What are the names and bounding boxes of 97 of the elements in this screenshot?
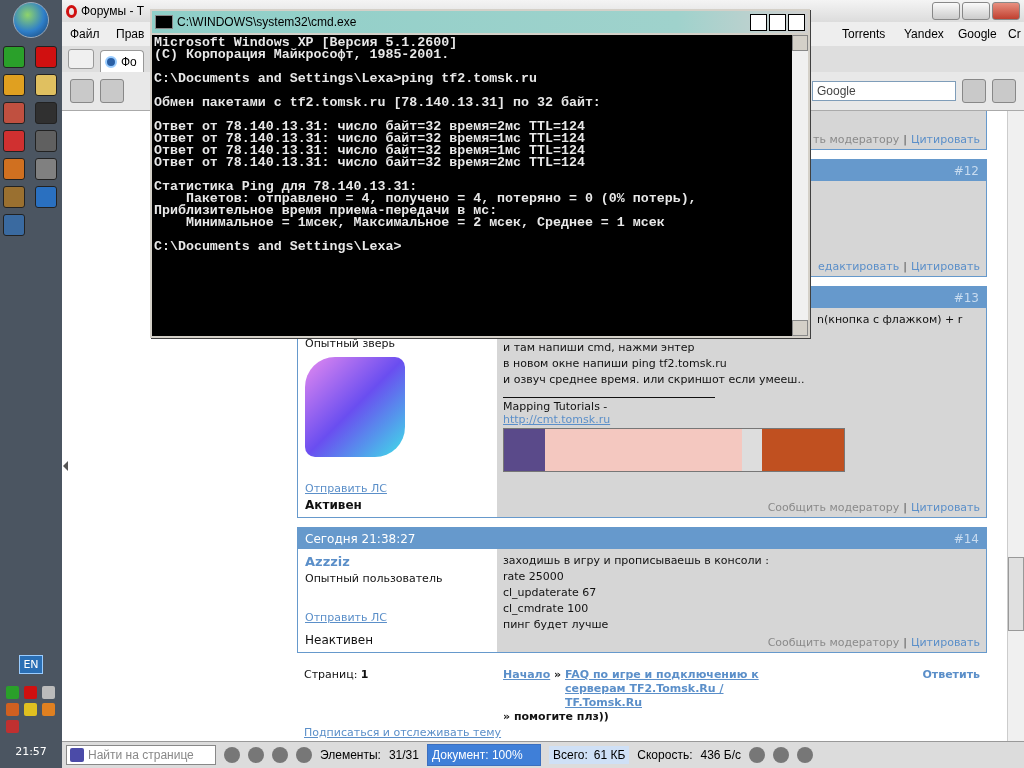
menu-item[interactable]: Yandex <box>896 27 950 41</box>
tray-icon[interactable] <box>42 686 55 699</box>
restore-button[interactable] <box>962 2 990 20</box>
total-size: 61 КБ <box>593 748 626 762</box>
panel-toggle-icon[interactable] <box>63 461 68 471</box>
console-output: Статистика Ping для 78.140.13.31: Пакетов: отправлено = 4, получено = 4, потеряно = 0 (0% потерь), Приблизительное время приема-передачи в мс: Минимальное = 1мсек, Максимальное = 2 мсек, Среднее = 1 мсек <box>154 181 698 229</box>
separator: | <box>903 133 907 147</box>
message-line: заходишь в игру и прописываешь в консоли : <box>503 554 770 569</box>
console-scrollbar[interactable] <box>792 35 808 336</box>
separator: | <box>903 636 907 649</box>
breadcrumb-link[interactable]: Начало <box>503 668 551 681</box>
elements-label: Элементы: <box>320 748 381 762</box>
language-indicator[interactable]: EN <box>19 655 43 674</box>
page-count: Страниц: 1 <box>304 668 370 683</box>
console-output: C:\Documents and Settings\Lexa>ping tf2.tomsk.ru <box>154 73 538 85</box>
console-title: C:\WINDOWS\system32\cmd.exe <box>177 15 357 29</box>
separator: | <box>903 260 907 274</box>
action-link[interactable]: Цитировать <box>910 501 980 515</box>
total-label: Всего: <box>552 748 588 762</box>
reply-link[interactable]: Ответить <box>922 668 980 724</box>
message-line: и озвуч среднее время. или скриншот если умееш.. <box>503 373 806 388</box>
action-link[interactable]: Цитировать <box>910 636 980 649</box>
tab-icon <box>105 55 117 68</box>
document-progress-text: Документ: 100% <box>430 748 523 762</box>
menu-item[interactable]: Google <box>950 27 1000 41</box>
topic-title: помогите плз)) <box>513 710 609 723</box>
status-icon[interactable] <box>248 747 264 763</box>
scrollbar[interactable] <box>1007 111 1024 741</box>
console-icon <box>155 15 173 29</box>
speed-value: 436 Б/с <box>700 748 742 762</box>
message-line: cl_updaterate 67 <box>503 586 598 601</box>
speed-label: Скорость: <box>637 748 693 762</box>
app-icon[interactable] <box>3 158 25 180</box>
report-link[interactable]: Сообщить модератору <box>767 636 900 649</box>
menu-item[interactable]: Файл <box>62 27 108 41</box>
window-title: Форумы - T <box>81 4 145 18</box>
console-output: Обмен пакетами с tf2.tomsk.ru [78.140.13.31] по 32 байт: <box>154 97 602 109</box>
status-icon[interactable] <box>773 747 790 763</box>
console-output: Microsoft Windows XP [Версия 5.1.2600] (C) Корпорация Майкрософт, 1985-2001. <box>154 37 459 61</box>
action-link[interactable]: Цитировать <box>910 133 980 147</box>
status-icon[interactable] <box>749 747 766 763</box>
author-rank: Опытный пользователь <box>305 572 444 586</box>
browser-tab[interactable]: Фо <box>100 50 144 72</box>
action-link[interactable]: Цитировать <box>910 260 980 274</box>
message-line: пинг будет лучше <box>503 618 610 633</box>
clock: 21:57 <box>15 745 47 758</box>
maximize-button[interactable] <box>769 13 786 31</box>
app-icon[interactable] <box>35 158 57 180</box>
message-line: и там напиши cmd, нажми энтер <box>503 341 696 356</box>
search-icon <box>70 748 84 762</box>
toolbar-icon[interactable] <box>100 79 124 103</box>
minimize-button[interactable] <box>750 13 767 31</box>
start-button[interactable] <box>13 2 49 38</box>
post-number: #14 <box>953 531 979 546</box>
subscribe-link[interactable]: Подписаться и отслеживать тему <box>304 726 502 739</box>
separator: | <box>903 501 907 515</box>
menu-item[interactable]: Torrents <box>834 27 896 41</box>
toolbar-icon[interactable] <box>992 79 1016 103</box>
console-output: C:\Documents and Settings\Lexa> <box>154 241 403 253</box>
toolbar-icon[interactable] <box>962 79 986 103</box>
author-name[interactable]: Azzziz <box>305 554 490 570</box>
author-status: Активен <box>305 498 363 513</box>
panel-button[interactable] <box>68 49 94 69</box>
post-number: #13 <box>953 290 979 305</box>
search-field[interactable]: Google <box>812 81 956 101</box>
status-icon[interactable] <box>272 747 288 763</box>
message-line: rate 25000 <box>503 570 565 585</box>
breadcrumb-link[interactable]: FAQ по игре и подключению к серверам TF2.Tomsk.Ru / TF.Tomsk.Ru <box>565 668 801 710</box>
post-number: #12 <box>953 163 979 178</box>
send-message-link[interactable]: Отправить ЛС <box>305 482 490 496</box>
breadcrumb-separator: » <box>554 668 562 681</box>
app-icon[interactable] <box>3 46 25 68</box>
menu-item[interactable]: Прав <box>108 27 148 41</box>
close-button[interactable] <box>788 13 805 31</box>
post-date: Сегодня 21:38:27 <box>305 531 416 546</box>
status-icon[interactable] <box>296 747 312 763</box>
app-icon[interactable] <box>35 74 57 96</box>
author-status: Неактивен <box>305 633 375 647</box>
report-link[interactable]: ть модератору <box>813 133 900 147</box>
find-placeholder: Найти на странице <box>88 748 194 762</box>
console-output: Ответ от 78.140.13.31: число байт=32 время=2мс TTL=124 Ответ от 78.140.13.31: число байт=32 время=1мс TTL=124 Ответ от 78.140.13.31: число байт=32 время=1мс TTL=124 Ответ от 78.140.13.31: число байт=32 время=2мс TTL=124 <box>154 121 586 169</box>
browser-icon <box>66 4 77 18</box>
signature-link[interactable]: http://cmt.tomsk.ru <box>503 413 611 427</box>
report-link[interactable]: Сообщить модератору <box>767 501 900 515</box>
send-message-link[interactable]: Отправить ЛС <box>305 611 490 625</box>
elements-count: 31/31 <box>388 748 419 762</box>
breadcrumb-separator: » <box>503 710 511 723</box>
message-line: n(кнопка с флажком) + r <box>817 313 964 328</box>
find-field[interactable]: Найти на странице <box>66 745 216 765</box>
message-line: cl_cmdrate 100 <box>503 602 590 617</box>
menu-item[interactable]: Cr <box>1000 27 1024 41</box>
app-icon[interactable] <box>3 74 25 96</box>
author-rank: Опытный зверь <box>305 337 397 351</box>
message-line: в новом окне напиши ping tf2.tomsk.ru <box>503 357 728 372</box>
action-link[interactable]: едактировать <box>818 260 900 274</box>
signature-text: Mapping Tutorials - http://cmt.tomsk.ru <box>503 397 715 427</box>
tray-icon[interactable] <box>24 703 37 716</box>
